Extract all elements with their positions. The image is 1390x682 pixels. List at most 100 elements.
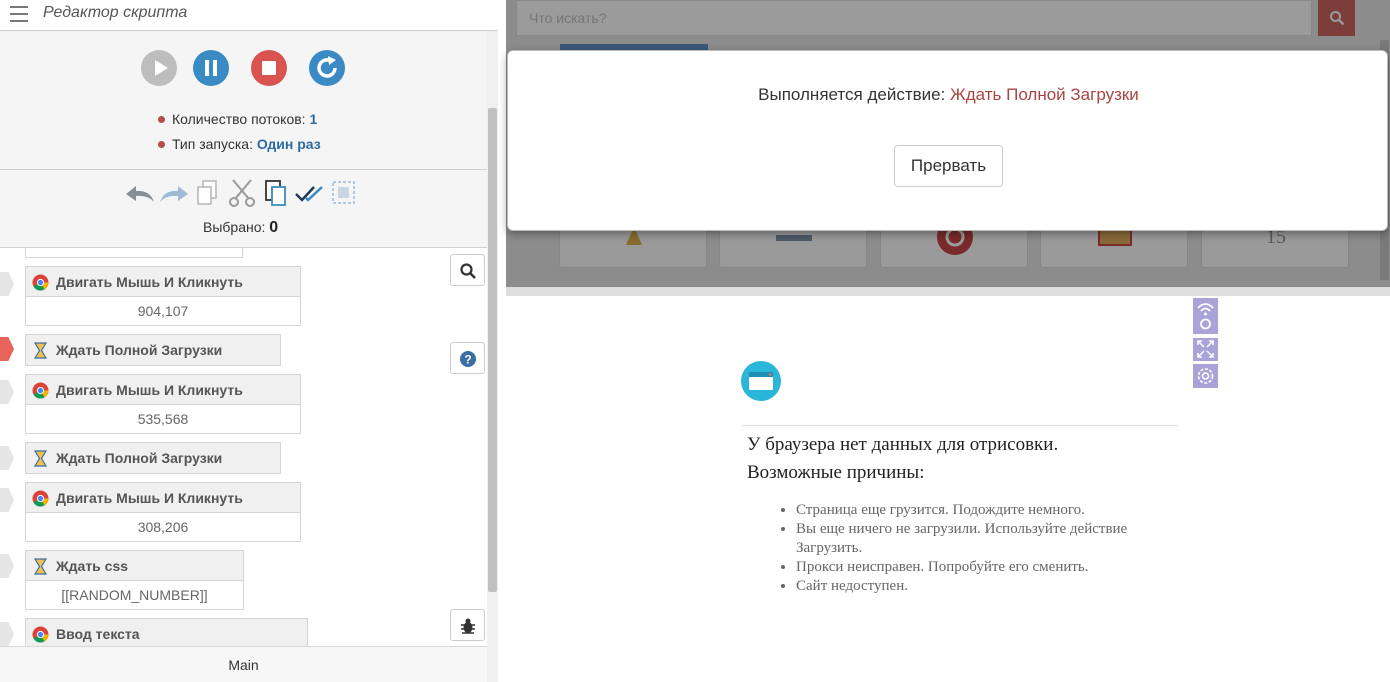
runtype-info: Тип запуска: Один раз	[158, 136, 321, 152]
action-list: Двигать Мышь И Кликнуть 904,107 Ждать По…	[0, 248, 487, 646]
bullet-icon	[158, 116, 165, 123]
proxy-button[interactable]	[1193, 298, 1218, 334]
check-all-button[interactable]	[294, 178, 326, 208]
svg-text:?: ?	[464, 353, 471, 367]
select-area-button[interactable]	[328, 178, 360, 208]
fullscreen-button[interactable]	[1193, 338, 1218, 361]
running-action-name: Ждать Полной Загрузки	[950, 85, 1139, 104]
app-window: Редактор скрипта Количество потоков: 1 Т…	[0, 0, 1390, 682]
edit-toolbar: Выбрано: 0	[0, 170, 487, 248]
hamburger-menu-icon[interactable]	[10, 6, 28, 22]
selected-count: Выбрано: 0	[203, 219, 279, 236]
no-data-title: У браузера нет данных для отрисовки.	[747, 434, 1059, 455]
search-icon	[460, 263, 476, 279]
chrome-icon	[32, 382, 49, 399]
redo-icon	[160, 186, 188, 202]
search-icon	[1330, 11, 1345, 26]
scissors-icon	[229, 179, 255, 207]
action-block-partial[interactable]	[25, 248, 243, 258]
action-block[interactable]: Ждать css [[RANDOM_NUMBER]]	[25, 550, 244, 610]
action-block[interactable]: Двигать Мышь И Кликнуть 904,107	[25, 266, 301, 326]
bullet-icon	[158, 141, 165, 148]
runtype-value[interactable]: Один раз	[257, 136, 321, 152]
site-search-bar	[516, 0, 1312, 36]
list-item: Вы еще ничего не загрузили. Используйте …	[796, 520, 1176, 558]
browser-window-icon	[741, 361, 781, 401]
selected-value: 0	[269, 219, 279, 236]
action-title: Ждать css	[26, 551, 243, 581]
pause-icon	[205, 60, 217, 76]
redo-button[interactable]	[158, 178, 190, 208]
connector	[0, 446, 14, 470]
copy-button[interactable]	[192, 178, 224, 208]
action-param: 308,206	[137, 519, 189, 535]
tab-bar: Main	[0, 646, 487, 682]
play-icon	[155, 60, 168, 76]
hourglass-icon	[33, 558, 48, 575]
paste-icon	[265, 180, 286, 206]
stop-button[interactable]	[251, 50, 287, 86]
threads-info: Количество потоков: 1	[158, 111, 317, 127]
connector	[0, 622, 14, 646]
help-button[interactable]: ?	[450, 342, 485, 374]
connector	[0, 272, 14, 296]
panel-divider[interactable]	[506, 287, 1390, 296]
action-title: Ввод текста	[26, 619, 307, 646]
action-title: Ждать Полной Загрузки	[26, 443, 280, 473]
hourglass-icon	[33, 342, 48, 359]
scrollbar-thumb[interactable]	[488, 108, 497, 592]
action-block-active[interactable]: Ждать Полной Загрузки	[25, 334, 281, 366]
pause-button[interactable]	[193, 50, 229, 86]
chrome-icon	[32, 626, 49, 643]
select-area-icon	[332, 181, 355, 204]
action-title: Двигать Мышь И Кликнуть	[26, 483, 300, 513]
action-param: [[RANDOM_NUMBER]]	[61, 587, 208, 603]
wifi-icon	[1197, 303, 1214, 330]
threads-value[interactable]: 1	[309, 111, 317, 127]
abort-button[interactable]: Прервать	[894, 145, 1003, 187]
reasons-list: Страница еще грузится. Подождите немного…	[796, 501, 1176, 596]
browser-empty-view: У браузера нет данных для отрисовки. Воз…	[506, 296, 1390, 682]
debug-button[interactable]	[450, 609, 485, 641]
cut-button[interactable]	[226, 178, 258, 208]
script-editor-panel: Редактор скрипта Количество потоков: 1 Т…	[0, 0, 498, 682]
undo-icon	[126, 186, 154, 202]
run-controls: Количество потоков: 1 Тип запуска: Один …	[0, 31, 487, 170]
no-data-subtitle: Возможные причины:	[747, 462, 925, 483]
action-block[interactable]: Двигать Мышь И Кликнуть 535,568	[25, 374, 301, 434]
paste-button[interactable]	[260, 178, 292, 208]
expand-icon	[1197, 340, 1214, 358]
hourglass-icon	[33, 450, 48, 467]
action-block[interactable]: Ввод текста	[25, 618, 308, 646]
connector	[0, 488, 14, 512]
chrome-icon	[32, 490, 49, 507]
connector	[0, 554, 14, 578]
action-block[interactable]: Двигать Мышь И Кликнуть 308,206	[25, 482, 301, 542]
bug-icon	[461, 618, 475, 634]
gear-icon	[1197, 368, 1214, 384]
connector-active	[0, 337, 14, 361]
list-item: Сайт недоступен.	[796, 577, 1176, 596]
action-title: Ждать Полной Загрузки	[26, 335, 280, 365]
copy-icon	[197, 180, 217, 205]
site-search-button[interactable]	[1318, 0, 1355, 36]
play-button[interactable]	[141, 50, 177, 86]
double-check-icon	[295, 186, 323, 202]
action-title: Двигать Мышь И Кликнуть	[26, 375, 300, 405]
help-icon: ?	[460, 351, 476, 367]
list-item: Прокси неисправен. Попробуйте его сменит…	[796, 558, 1176, 577]
divider-line	[742, 425, 1178, 426]
action-param: 535,568	[137, 411, 189, 427]
restart-button[interactable]	[309, 50, 345, 86]
search-actions-button[interactable]	[450, 254, 485, 286]
restart-icon	[317, 56, 337, 78]
browser-settings-button[interactable]	[1193, 364, 1218, 388]
action-block[interactable]: Ждать Полной Загрузки	[25, 442, 281, 474]
chrome-icon	[32, 274, 49, 291]
editor-header: Редактор скрипта	[0, 0, 498, 31]
site-search-input[interactable]	[529, 10, 1289, 26]
tab-main[interactable]: Main	[0, 657, 487, 673]
connector	[0, 380, 14, 404]
stop-icon	[262, 61, 276, 75]
undo-button[interactable]	[124, 178, 156, 208]
